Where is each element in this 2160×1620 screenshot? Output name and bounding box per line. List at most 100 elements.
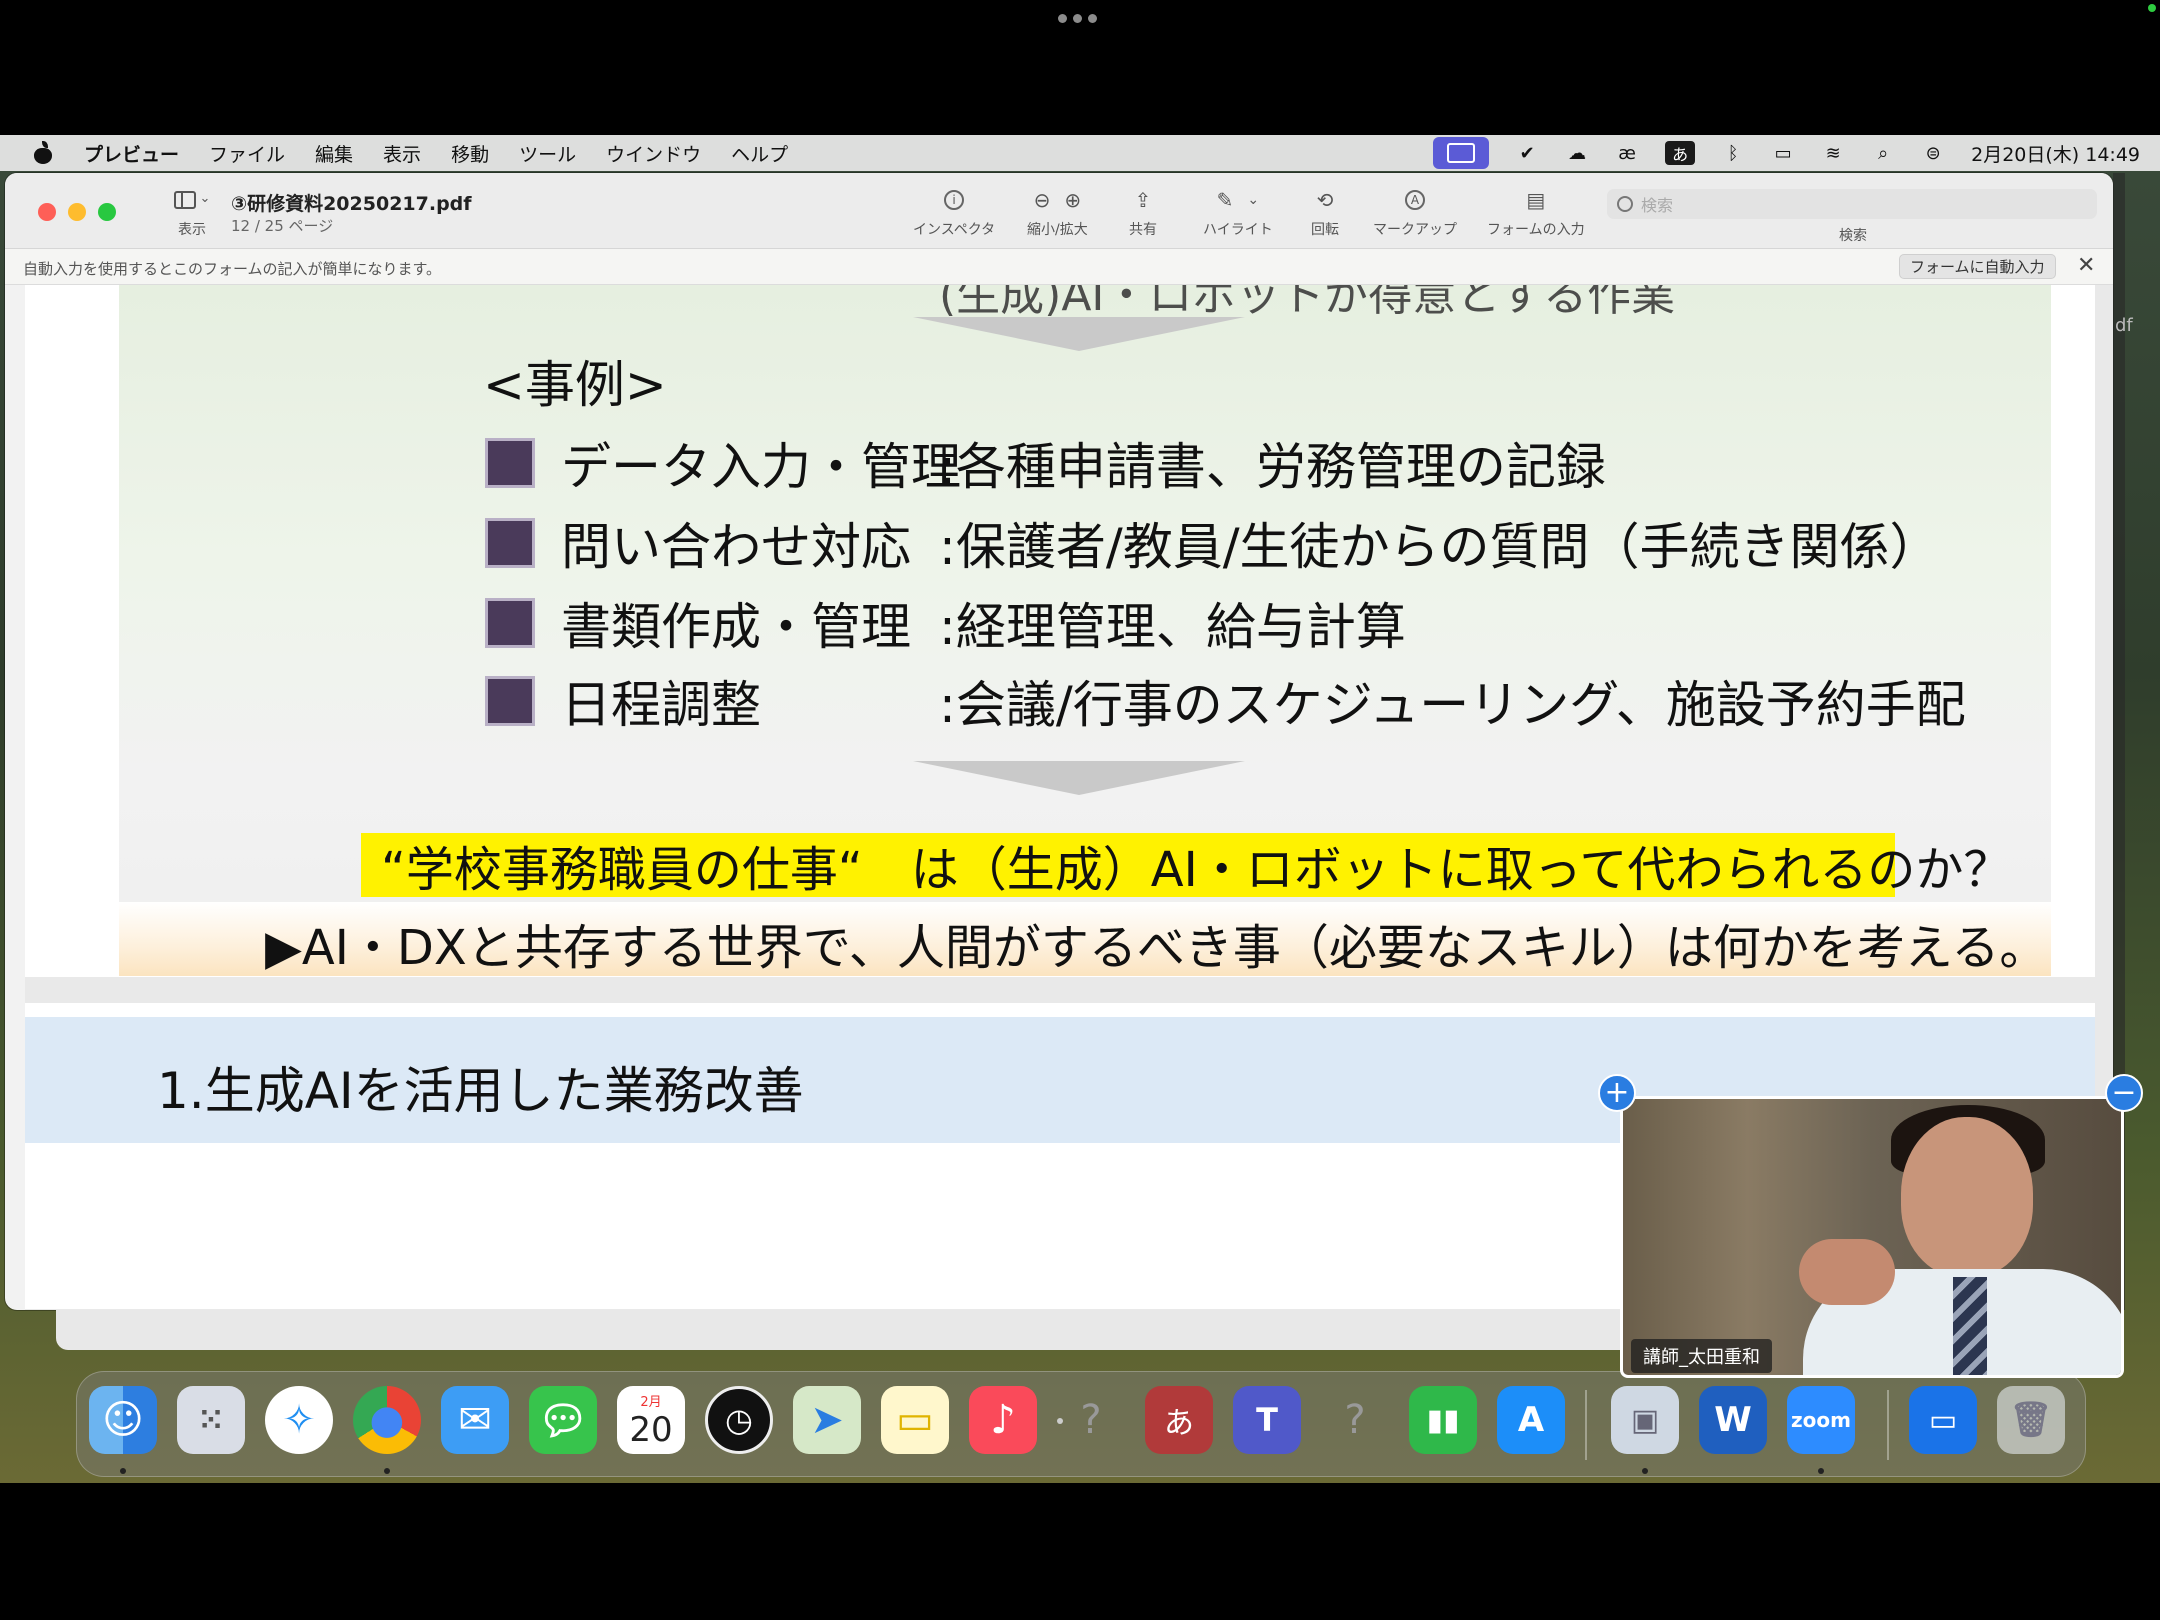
zoom-screen-icon[interactable]: ▭ xyxy=(1909,1386,1977,1454)
bullet-square-icon xyxy=(485,598,535,648)
menu-app-name[interactable]: プレビュー xyxy=(84,140,179,167)
form-icon: ▤ xyxy=(1526,188,1546,212)
running-indicator xyxy=(1057,1418,1063,1424)
rotate-icon: ⟲ xyxy=(1316,188,1334,212)
example-value: :各種申請書、労務管理の記録 xyxy=(939,438,1606,496)
info-icon: i xyxy=(944,190,965,210)
apple-icon[interactable] xyxy=(32,141,54,165)
close-window-button[interactable] xyxy=(38,203,56,221)
minimize-window-button[interactable] xyxy=(68,203,86,221)
zoom-window-button[interactable] xyxy=(98,203,116,221)
example-row: 問い合わせ対応 :保護者/教員/生徒からの質問（手続き関係） xyxy=(485,507,1940,579)
wifi-icon[interactable]: ≋ xyxy=(1821,142,1845,164)
conclusion-text: ▶AI・DXと共存する世界で、人間がするべき事（必要なスキル）は何かを考える。 xyxy=(265,920,2048,976)
word-label: W xyxy=(1714,1400,1752,1440)
calendar-day: 20 xyxy=(629,1409,673,1450)
unknown-app-icon[interactable]: ? xyxy=(1057,1386,1125,1454)
calendar-month: 2月 xyxy=(640,1394,662,1410)
battery-icon[interactable]: ▭ xyxy=(1771,142,1795,164)
menu-edit[interactable]: 編集 xyxy=(315,140,353,167)
autofill-message: 自動入力を使用するとこのフォームの記入が簡単になります。 xyxy=(23,260,442,278)
calendar-icon[interactable]: 2月 20 xyxy=(617,1386,685,1454)
speaker-hand xyxy=(1799,1239,1895,1305)
chevron-down-icon: ⌄ xyxy=(199,191,211,206)
zoom-out-icon[interactable]: ⊖ xyxy=(1034,188,1051,212)
notes-icon[interactable]: ▭ xyxy=(881,1386,949,1454)
spotlight-icon[interactable]: ⌕ xyxy=(1871,142,1895,164)
messages-icon[interactable]: 💬︎ xyxy=(529,1386,597,1454)
safari-icon[interactable]: ✧ xyxy=(265,1386,333,1454)
more-options-icon[interactable] xyxy=(1058,14,1097,23)
form-fill-button[interactable]: ▤ フォームの入力 xyxy=(1487,187,1585,239)
menu-go[interactable]: 移動 xyxy=(451,140,489,167)
dock-separator xyxy=(1887,1390,1889,1460)
highlight-button[interactable]: ✎ ⌄ ハイライト xyxy=(1203,187,1273,239)
zoom-in-icon[interactable]: ⊕ xyxy=(1064,188,1081,212)
bullet-square-icon xyxy=(485,438,535,488)
share-button[interactable]: ⇪ 共有 xyxy=(1129,187,1157,239)
rotate-button[interactable]: ⟲ 回転 xyxy=(1311,187,1339,239)
running-indicator xyxy=(120,1468,126,1474)
app-store-icon[interactable]: A xyxy=(1497,1386,1565,1454)
teams-icon[interactable]: T xyxy=(1233,1386,1301,1454)
preview-icon[interactable]: ▣ xyxy=(1611,1386,1679,1454)
example-value: :経理管理、給与計算 xyxy=(939,598,1406,656)
maps-icon[interactable]: ➤ xyxy=(793,1386,861,1454)
chevron-down-icon[interactable]: ⌄ xyxy=(1247,192,1259,208)
search-label: 検索 xyxy=(1839,228,1867,244)
check-circle-icon[interactable]: ✔ xyxy=(1515,142,1539,164)
example-key: 日程調整 xyxy=(561,676,761,734)
minimize-video-button[interactable]: − xyxy=(2105,1074,2143,1112)
numbers-icon[interactable]: ▮▮ xyxy=(1409,1386,1477,1454)
menu-file[interactable]: ファイル xyxy=(209,140,285,167)
trash-icon[interactable]: 🗑︎ xyxy=(1997,1386,2065,1454)
ime-icon[interactable]: あ xyxy=(1665,141,1696,165)
chrome-icon[interactable]: ● xyxy=(353,1386,421,1454)
down-arrow-icon xyxy=(913,317,1245,351)
dictionary-label: あ xyxy=(1164,1406,1194,1441)
search-input[interactable]: 検索 xyxy=(1607,189,2097,219)
bluetooth-icon[interactable]: ᛒ xyxy=(1721,142,1745,164)
menu-view[interactable]: 表示 xyxy=(383,140,421,167)
menu-help[interactable]: ヘルプ xyxy=(731,140,788,167)
zoom-button[interactable]: ⊖ ⊕ 縮小/拡大 xyxy=(1027,187,1088,239)
menu-tools[interactable]: ツール xyxy=(519,140,576,167)
finder-icon[interactable]: ☺ xyxy=(89,1386,157,1454)
share-icon: ⇪ xyxy=(1134,188,1152,212)
form-label: フォームの入力 xyxy=(1487,222,1585,238)
sidebar-toggle-button[interactable]: ⌄ 表示 xyxy=(157,191,227,239)
control-center-icon[interactable]: ⊜ xyxy=(1921,142,1945,164)
example-value: :保護者/教員/生徒からの質問（手続き関係） xyxy=(939,518,1940,576)
ae-icon[interactable]: æ xyxy=(1615,142,1639,164)
screen-share-icon[interactable] xyxy=(1433,137,1490,169)
zoom-label: zoom xyxy=(1791,1408,1851,1432)
example-row: データ入力・管理 :各種申請書、労務管理の記録 xyxy=(485,427,1606,499)
menu-clock[interactable]: 2月20日(木) 14:49 xyxy=(1971,140,2140,167)
running-indicator xyxy=(1642,1468,1648,1474)
add-video-button[interactable]: + xyxy=(1598,1074,1636,1112)
example-key: データ入力・管理 xyxy=(561,438,961,496)
close-icon[interactable]: ✕ xyxy=(2077,253,2095,278)
screen-share-frame: プレビュー ファイル 編集 表示 移動 ツール ウインドウ ヘルプ ✔ ☁ æ … xyxy=(0,0,2160,1620)
menu-window[interactable]: ウインドウ xyxy=(606,140,701,167)
launchpad-icon[interactable]: ⁙ xyxy=(177,1386,245,1454)
icloud-icon[interactable]: ☁ xyxy=(1565,142,1589,164)
markup-button[interactable]: A マークアップ xyxy=(1373,187,1457,239)
inspector-button[interactable]: i インスペクタ xyxy=(913,187,995,239)
clock-icon[interactable]: ◷ xyxy=(705,1386,773,1454)
conclusion-band: ▶AI・DXと共存する世界で、人間がするべき事（必要なスキル）は何かを考える。 xyxy=(119,902,2051,976)
autofill-bar: 自動入力を使用するとこのフォームの記入が簡単になります。 フォームに自動入力 ✕ xyxy=(5,249,2113,285)
music-icon[interactable]: ♪ xyxy=(969,1386,1037,1454)
dictionary-icon[interactable]: あ xyxy=(1145,1386,1213,1454)
unknown-app-icon[interactable]: ? xyxy=(1321,1386,1389,1454)
share-label: 共有 xyxy=(1129,222,1157,238)
zoom-icon[interactable]: zoom xyxy=(1787,1386,1855,1454)
word-icon[interactable]: W xyxy=(1699,1386,1767,1454)
webcam-video[interactable]: 講師_太田重和 xyxy=(1620,1096,2124,1378)
view-label: 表示 xyxy=(178,222,206,238)
section-title: 1.生成AIを活用した業務改善 xyxy=(157,1062,804,1120)
mail-icon[interactable]: ✉ xyxy=(441,1386,509,1454)
autofill-button[interactable]: フォームに自動入力 xyxy=(1899,254,2056,279)
sidebar-icon xyxy=(173,191,196,209)
example-value: :会議/行事のスケジューリング、施設予約手配 xyxy=(939,676,1966,734)
